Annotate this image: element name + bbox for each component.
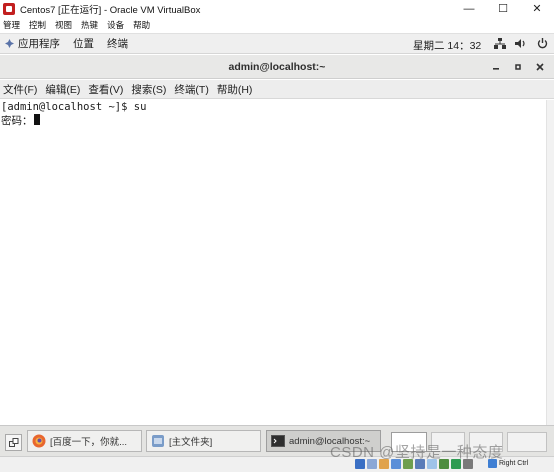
taskbar-item-label: [百度一下，你就... xyxy=(50,437,128,448)
terminal-window-controls xyxy=(488,59,548,75)
terminal-password-prompt: 密码： xyxy=(1,114,546,127)
folder-icon xyxy=(152,435,164,447)
applications-icon xyxy=(4,38,15,49)
taskbar-item-firefox[interactable]: [百度一下，你就... xyxy=(27,430,142,452)
terminal-menu-view[interactable]: 查看(V) xyxy=(88,82,123,97)
applications-menu[interactable]: 应用程序 xyxy=(18,36,60,51)
terminal-app-menu[interactable]: 终端 xyxy=(107,36,128,51)
close-button[interactable]: ✕ xyxy=(520,0,554,17)
vbox-window-controls: — ☐ ✕ xyxy=(452,0,554,17)
clock[interactable]: 星期二 14：32 xyxy=(413,38,481,53)
vbox-menu-manage[interactable]: 管理 xyxy=(3,19,20,31)
places-menu[interactable]: 位置 xyxy=(73,36,94,51)
volume-icon[interactable] xyxy=(515,37,527,50)
terminal-headerbar: admin@localhost:~ xyxy=(0,55,554,79)
terminal-command-line: [admin@localhost ~]$ su xyxy=(1,101,147,113)
vbox-window-title: Centos7 [正在运行] - Oracle VM VirtualBox xyxy=(20,4,201,16)
taskbar-item-label: [主文件夹] xyxy=(169,437,213,448)
terminal-menubar: 文件(F) 编辑(E) 查看(V) 搜索(S) 终端(T) 帮助(H) xyxy=(0,80,554,99)
taskbar-item-files[interactable]: [主文件夹] xyxy=(146,430,261,452)
terminal-menu-search[interactable]: 搜索(S) xyxy=(131,82,166,97)
terminal-icon xyxy=(271,435,285,447)
vbox-menu-control[interactable]: 控制 xyxy=(29,19,46,31)
password-prompt-text: 密码： xyxy=(1,115,33,127)
vbox-menu-help[interactable]: 帮助 xyxy=(133,19,150,31)
vbox-menu-devices[interactable]: 设备 xyxy=(107,19,124,31)
system-tray[interactable] xyxy=(494,37,548,50)
vbox-menu-hotkeys[interactable]: 热键 xyxy=(81,19,98,31)
terminal-menu-file[interactable]: 文件(F) xyxy=(3,82,37,97)
vbox-titlebar: Centos7 [正在运行] - Oracle VM VirtualBox — … xyxy=(0,0,554,17)
terminal-cursor xyxy=(33,114,40,125)
show-desktop-button[interactable] xyxy=(5,434,22,451)
terminal-scrollbar[interactable] xyxy=(546,100,554,425)
network-icon[interactable] xyxy=(494,37,506,50)
vbox-menu-view[interactable]: 视图 xyxy=(55,19,72,31)
minimize-button[interactable]: — xyxy=(452,0,486,17)
terminal-window-title: admin@localhost:~ xyxy=(228,61,326,73)
terminal-output[interactable]: [admin@localhost ~]$ su 密码： xyxy=(0,100,546,425)
virtualbox-app-icon xyxy=(3,2,15,15)
workspace-4[interactable] xyxy=(507,432,547,452)
power-icon[interactable] xyxy=(536,37,548,50)
maximize-button[interactable]: ☐ xyxy=(486,0,520,17)
terminal-maximize-button[interactable] xyxy=(510,59,526,75)
gnome-top-bar: 应用程序 位置 终端 星期二 14：32 xyxy=(0,33,554,54)
firefox-icon xyxy=(32,434,46,448)
terminal-menu-help[interactable]: 帮助(H) xyxy=(217,82,253,97)
terminal-menu-terminal[interactable]: 终端(T) xyxy=(174,82,208,97)
terminal-minimize-button[interactable] xyxy=(488,59,504,75)
terminal-close-button[interactable] xyxy=(532,59,548,75)
vbox-menubar: 管理 控制 视图 热键 设备 帮助 xyxy=(0,17,554,33)
terminal-menu-edit[interactable]: 编辑(E) xyxy=(45,82,80,97)
watermark: CSDN @坚持是一种态度 xyxy=(330,444,504,461)
